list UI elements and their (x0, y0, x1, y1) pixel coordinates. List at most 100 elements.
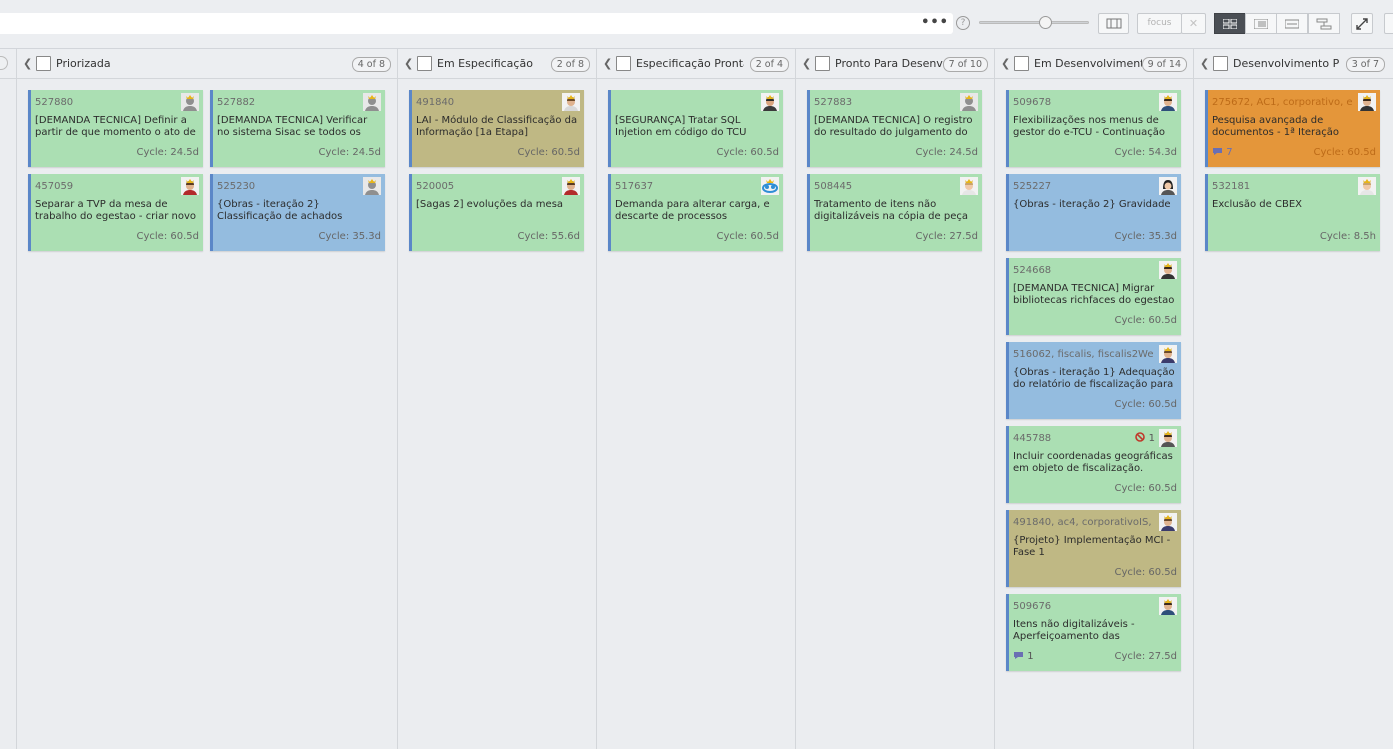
user-avatar-icon[interactable] (1358, 177, 1376, 195)
column-select-checkbox[interactable] (36, 56, 51, 71)
user-avatar-icon[interactable] (562, 177, 580, 195)
kanban-card[interactable]: 491840 LAI - Módulo de Classificação da … (409, 90, 584, 167)
collapse-column-icon[interactable]: ❮ (404, 57, 413, 70)
focus-button[interactable]: focus (1137, 13, 1182, 34)
search-input[interactable]: ••• (0, 13, 953, 34)
grey-avatar-icon[interactable] (181, 93, 199, 111)
kanban-card[interactable]: 527883 [DEMANDA TECNICA] O registro do r… (807, 90, 982, 167)
kanban-card[interactable]: 275672, AC1, corporativo, edoc Pesquisa … (1205, 90, 1380, 167)
card-cycle-time: Cycle: 60.5d (1114, 315, 1178, 326)
kanban-card[interactable]: 516062, fiscalis, fiscalis2Web {Obras - … (1006, 342, 1181, 419)
kanban-card[interactable]: [SEGURANÇA] Tratar SQL Injetion em códig… (608, 90, 783, 167)
kanban-card[interactable]: 525230 {Obras - iteração 2} Classificaçã… (210, 174, 385, 251)
user-avatar-icon[interactable] (960, 177, 978, 195)
kanban-card[interactable]: 525227 {Obras - iteração 2} Gravidade Cy… (1006, 174, 1181, 251)
column-header-desenvolvimento-pronto: ❮ Desenvolvimento Pronto 3 of 7 (1194, 49, 1393, 79)
column-title: Pronto Para Desenvolvimento (835, 57, 944, 70)
card-id: 445788 (1013, 433, 1052, 444)
grey-avatar-icon[interactable] (363, 177, 381, 195)
kanban-card[interactable]: 508445 Tratamento de itens não digitaliz… (807, 174, 982, 251)
card-cycle-time: Cycle: 60.5d (1114, 567, 1178, 578)
comment-indicator[interactable]: 7 (1212, 147, 1233, 158)
zoom-slider-handle[interactable] (1039, 16, 1052, 29)
comment-icon (1213, 148, 1222, 155)
column-divider (795, 49, 796, 749)
collapse-column-icon[interactable]: ❮ (802, 57, 811, 70)
view-switcher (1214, 13, 1340, 34)
kanban-card[interactable]: 445788 1 Incluir coordenadas geográficas… (1006, 426, 1181, 503)
column-select-checkbox[interactable] (1014, 56, 1029, 71)
grey-avatar-icon[interactable] (363, 93, 381, 111)
user-avatar-icon[interactable] (1358, 93, 1376, 111)
column-select-checkbox[interactable] (1213, 56, 1228, 71)
kanban-card[interactable]: 517637 Demanda para alterar carga, e des… (608, 174, 783, 251)
user-avatar-icon[interactable] (1159, 177, 1177, 195)
column-title: Em Desenvolvimento (1034, 57, 1142, 70)
user-avatar-icon[interactable] (1159, 93, 1177, 111)
board-toolbar: ••• ? focus ✕ (0, 0, 1393, 49)
kanban-card[interactable]: 509676 Itens não digitalizáveis - Aperfe… (1006, 594, 1181, 671)
focus-clear-button[interactable]: ✕ (1181, 13, 1206, 34)
kanban-card[interactable]: 509678 Flexibilizações nos menus de gest… (1006, 90, 1181, 167)
more-options-icon[interactable]: ••• (921, 14, 949, 32)
comment-indicator[interactable]: 1 (1013, 651, 1034, 662)
column-count-badge: 2 of 4 (749, 57, 789, 72)
comment-icon (1014, 652, 1023, 659)
comment-count: 7 (1226, 147, 1233, 158)
user-avatar-icon[interactable] (1159, 429, 1177, 447)
blocked-indicator[interactable]: 1 (1135, 432, 1155, 444)
user-avatar-icon[interactable] (1159, 597, 1177, 615)
kanban-card[interactable]: 457059 Separar a TVP da mesa de trabalho… (28, 174, 203, 251)
compact-view-button[interactable] (1276, 13, 1308, 34)
grid-view-button[interactable] (1214, 13, 1246, 34)
user-avatar-icon[interactable] (181, 177, 199, 195)
grid-view-icon (1222, 18, 1238, 30)
user-avatar-icon[interactable] (761, 93, 779, 111)
card-cycle-time: Cycle: 35.3d (318, 231, 382, 242)
collapsed-column-count[interactable] (0, 56, 8, 70)
card-id: 509676 (1013, 601, 1052, 612)
card-title: [DEMANDA TECNICA] Migrar bibliotecas ric… (1013, 283, 1175, 306)
collapse-column-icon[interactable]: ❮ (1001, 57, 1010, 70)
compact-view-icon (1284, 19, 1300, 29)
column-select-checkbox[interactable] (616, 56, 631, 71)
team-avatar-icon[interactable] (761, 177, 779, 195)
kanban-card[interactable]: 520005 [Sagas 2] evoluções da mesa Cycle… (409, 174, 584, 251)
kanban-card[interactable]: 527880 [DEMANDA TECNICA] Definir a parti… (28, 90, 203, 167)
collapse-column-icon[interactable]: ❮ (1200, 57, 1209, 70)
card-title: [DEMANDA TECNICA] Definir a partir de qu… (35, 115, 196, 138)
card-id: 457059 (35, 181, 74, 192)
collapse-column-icon[interactable]: ❮ (23, 57, 32, 70)
list-view-button[interactable] (1245, 13, 1277, 34)
kanban-card[interactable]: 491840, ac4, corporativoIS, edoc {Projet… (1006, 510, 1181, 587)
column-header-pronto-para-desenvolvimento: ❮ Pronto Para Desenvolvimento 7 of 10 (796, 49, 994, 79)
card-id: 525230 (217, 181, 256, 192)
column-layout-button[interactable] (1098, 13, 1129, 34)
fullscreen-button[interactable] (1351, 13, 1373, 34)
zoom-slider-track (979, 21, 1089, 24)
card-title: Demanda para alterar carga, e descarte d… (615, 199, 770, 222)
kanban-card[interactable]: 527882 [DEMANDA TECNICA] Verificar no si… (210, 90, 385, 167)
column-select-checkbox[interactable] (815, 56, 830, 71)
user-avatar-icon[interactable] (1159, 345, 1177, 363)
help-icon[interactable]: ? (956, 16, 970, 30)
kanban-card[interactable]: 524668 [DEMANDA TECNICA] Migrar bibliote… (1006, 258, 1181, 335)
card-id: 508445 (814, 181, 853, 192)
grey-avatar-icon[interactable] (960, 93, 978, 111)
column-header-especificacao-pronta: ❮ Especificação Pronta 2 of 4 (597, 49, 795, 79)
user-avatar-icon[interactable] (562, 93, 580, 111)
card-title: {Obras - iteração 2} Gravidade (1013, 199, 1171, 210)
collapse-column-icon[interactable]: ❮ (603, 57, 612, 70)
list-view-icon (1253, 18, 1269, 30)
kanban-card[interactable]: 532181 Exclusão de CBEX Cycle: 8.5h (1205, 174, 1380, 251)
column-select-checkbox[interactable] (417, 56, 432, 71)
user-avatar-icon[interactable] (1159, 261, 1177, 279)
overflow-button[interactable] (1384, 13, 1393, 34)
card-cycle-time: Cycle: 24.5d (318, 147, 382, 158)
user-avatar-icon[interactable] (1159, 513, 1177, 531)
swimlane-view-button[interactable] (1308, 13, 1340, 34)
collapsed-column-header[interactable] (0, 49, 16, 79)
column-count-badge: 7 of 10 (942, 57, 988, 72)
zoom-slider[interactable] (979, 16, 1089, 30)
card-cycle-time: Cycle: 60.5d (1313, 147, 1377, 158)
